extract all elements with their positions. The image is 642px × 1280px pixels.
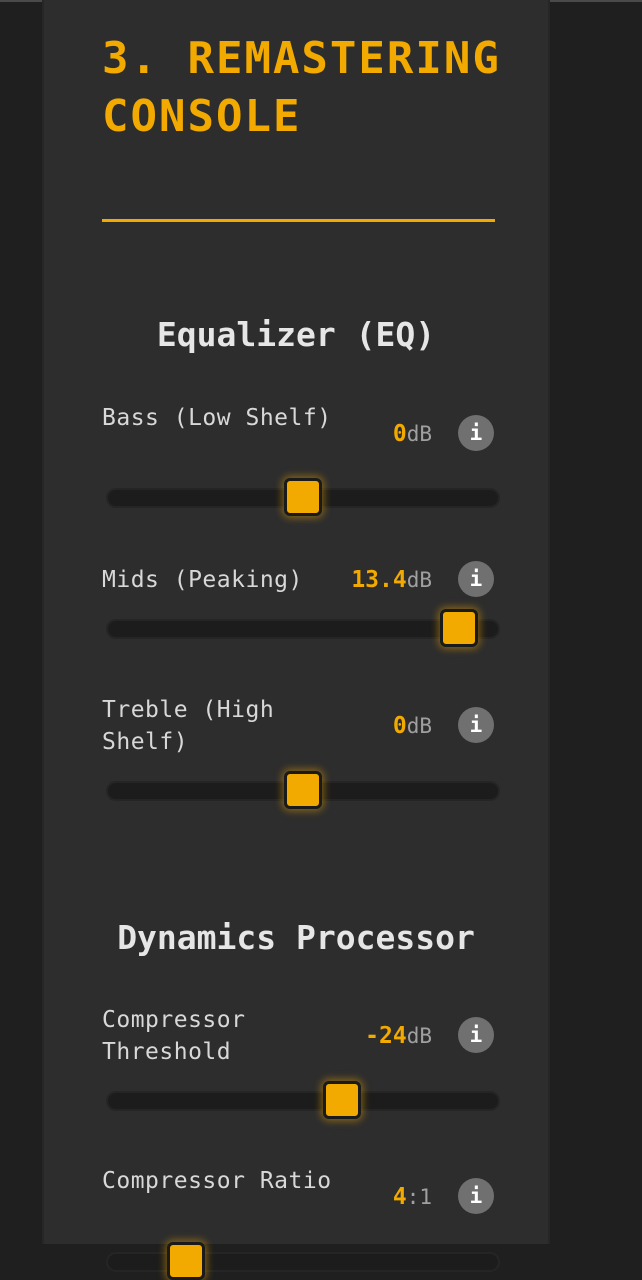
treble-slider-thumb[interactable] — [284, 771, 322, 809]
remastering-console-panel: 3. REMASTERING CONSOLE Equalizer (EQ) Ba… — [42, 0, 550, 1280]
ratio-value-unit: :1 — [406, 1185, 432, 1209]
section-title: 3. REMASTERING CONSOLE — [102, 33, 501, 142]
mids-slider-thumb[interactable] — [440, 609, 478, 647]
mids-info-button[interactable]: i — [458, 561, 494, 597]
ratio-slider-thumb[interactable] — [167, 1242, 205, 1280]
bass-value-unit: dB — [406, 422, 432, 446]
threshold-slider-track[interactable] — [106, 1081, 500, 1119]
bass-slider-thumb[interactable] — [284, 478, 322, 516]
ratio-info-button[interactable]: i — [458, 1178, 494, 1214]
treble-value-unit: dB — [406, 714, 432, 738]
dynamics-heading: Dynamics Processor — [117, 918, 475, 957]
ratio-value: 4:1 — [232, 1181, 432, 1213]
bass-value-number: 0 — [392, 421, 407, 447]
title-divider — [102, 219, 495, 222]
threshold-value-unit: dB — [406, 1024, 432, 1048]
bass-info-button[interactable]: i — [458, 415, 494, 451]
bass-value: 0dB — [232, 418, 432, 450]
treble-info-button[interactable]: i — [458, 707, 494, 743]
treble-slider-track[interactable] — [106, 771, 500, 809]
eq-heading: Equalizer (EQ) — [156, 315, 436, 354]
mids-value-unit: dB — [406, 568, 432, 592]
ratio-value-number: 4 — [392, 1184, 407, 1210]
treble-value: 0dB — [232, 710, 432, 742]
ratio-slider-track[interactable] — [106, 1242, 500, 1280]
threshold-value-number: -24 — [365, 1023, 407, 1049]
treble-value-number: 0 — [392, 713, 407, 739]
threshold-slider-thumb[interactable] — [323, 1081, 361, 1119]
mids-slider-track[interactable] — [106, 609, 500, 647]
mids-value: 13.4dB — [232, 564, 432, 596]
bass-slider-track[interactable] — [106, 478, 500, 516]
mids-value-number: 13.4 — [351, 567, 407, 593]
threshold-info-button[interactable]: i — [458, 1017, 494, 1053]
threshold-value: -24dB — [232, 1020, 432, 1052]
